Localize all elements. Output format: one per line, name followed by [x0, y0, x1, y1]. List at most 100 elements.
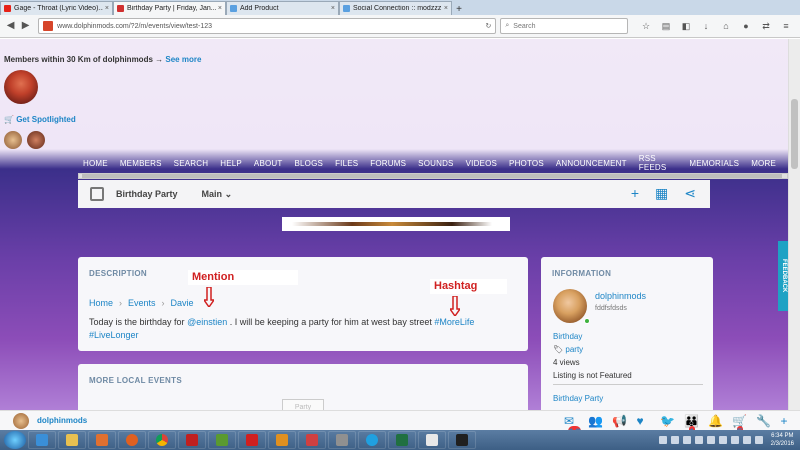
menu-item-memorials[interactable]: MEMORIALS: [689, 159, 739, 168]
browser-tab[interactable]: Add Product ×: [226, 1, 339, 15]
breadcrumb-events[interactable]: Events: [128, 298, 156, 308]
cart-icon[interactable]: 🛒5: [724, 413, 747, 440]
vertical-scrollbar[interactable]: [788, 39, 800, 410]
tray-icon[interactable]: [730, 436, 739, 444]
breadcrumb-home[interactable]: Home: [89, 298, 113, 308]
excel-icon[interactable]: [388, 431, 416, 449]
menu-item-help[interactable]: HELP: [220, 159, 242, 168]
mail-icon[interactable]: ✉16: [556, 413, 582, 440]
menu-item-announcement[interactable]: ANNOUNCEMENT: [556, 159, 627, 168]
tray-icon[interactable]: [658, 436, 667, 444]
network-icon[interactable]: [328, 431, 356, 449]
search-input[interactable]: ⌕ Search: [500, 18, 629, 34]
see-more-link[interactable]: See more: [165, 55, 201, 64]
share-icon[interactable]: ⋖: [684, 186, 696, 200]
menu-item-rss-feeds[interactable]: RSS FEEDS: [639, 154, 678, 172]
close-icon[interactable]: ×: [105, 5, 109, 12]
menu-item-search[interactable]: SEARCH: [174, 159, 209, 168]
close-icon[interactable]: ×: [218, 5, 222, 12]
avatar[interactable]: [13, 412, 29, 429]
new-tab-button[interactable]: +: [452, 4, 466, 15]
party-event-thumb[interactable]: Party: [282, 399, 324, 410]
clock[interactable]: 6:34 PM 2/3/2016: [771, 432, 794, 448]
tray-icon[interactable]: [706, 436, 715, 444]
acrobat-icon[interactable]: [238, 431, 266, 449]
main-dropdown[interactable]: Main ⌄: [202, 189, 233, 200]
calendar-icon[interactable]: ▦: [655, 186, 668, 200]
sync-icon[interactable]: ⇄: [759, 19, 773, 33]
filezilla-icon[interactable]: [178, 431, 206, 449]
heart-icon[interactable]: ♥: [628, 413, 644, 429]
megaphone-icon[interactable]: 📢: [604, 413, 627, 429]
horizontal-scrollbar[interactable]: [78, 173, 788, 179]
browser-tab[interactable]: Social Connection :: modzzz ×: [339, 1, 452, 15]
site-identity-icon[interactable]: [43, 21, 54, 31]
address-bar[interactable]: www.dolphinmods.com/?2/m/events/view/tes…: [38, 18, 497, 34]
get-spotlighted-link[interactable]: 🛒 Get Spotlighted: [4, 115, 76, 124]
pocket-icon[interactable]: ◧: [679, 19, 693, 33]
chat-icon[interactable]: ●: [739, 19, 753, 33]
firefox-icon[interactable]: [118, 431, 146, 449]
paint-icon[interactable]: [298, 431, 326, 449]
plus-icon[interactable]: +: [772, 413, 788, 429]
media-player-icon[interactable]: [88, 431, 116, 449]
breadcrumb-davie[interactable]: Davie: [171, 298, 194, 308]
menu-icon[interactable]: ≡: [779, 19, 793, 33]
hashtag-link[interactable]: #MoreLife: [434, 317, 474, 327]
notepad-icon[interactable]: [418, 431, 446, 449]
ie-icon[interactable]: [28, 431, 56, 449]
tray-icon[interactable]: [742, 436, 751, 444]
start-button[interactable]: [4, 431, 26, 449]
menu-item-home[interactable]: HOME: [83, 159, 108, 168]
add-icon[interactable]: +: [631, 186, 639, 200]
menu-item-photos[interactable]: PHOTOS: [509, 159, 544, 168]
username[interactable]: dolphinmods: [37, 416, 87, 425]
reload-icon[interactable]: ↻: [485, 22, 491, 30]
close-icon[interactable]: ×: [331, 5, 335, 12]
twitter-icon[interactable]: 🐦: [652, 413, 675, 429]
browser-tab[interactable]: Gage - Throat (Lyric Video)... ×: [0, 1, 113, 15]
forward-icon[interactable]: ▶: [19, 19, 32, 33]
menu-item-members[interactable]: MEMBERS: [120, 159, 162, 168]
tray-icon[interactable]: [682, 436, 691, 444]
menu-item-files[interactable]: FILES: [335, 159, 358, 168]
hashtag-link[interactable]: #LiveLonger: [89, 330, 139, 340]
chrome-icon[interactable]: [148, 431, 176, 449]
menu-item-sounds[interactable]: SOUNDS: [418, 159, 453, 168]
event-title[interactable]: Birthday Party: [116, 189, 178, 199]
tray-icon[interactable]: [718, 436, 727, 444]
bookmark-star-icon[interactable]: ☆: [639, 19, 653, 33]
tray-icon[interactable]: [670, 436, 679, 444]
terminal-icon[interactable]: [448, 431, 476, 449]
menu-item-videos[interactable]: VIDEOS: [466, 159, 497, 168]
spotlight-avatar[interactable]: [27, 131, 45, 149]
organizer-name[interactable]: dolphinmods: [595, 291, 646, 301]
spotlight-avatar[interactable]: [4, 131, 22, 149]
download-icon[interactable]: ↓: [699, 19, 713, 33]
bell-icon[interactable]: 🔔: [700, 413, 723, 429]
menu-item-about[interactable]: ABOUT: [254, 159, 283, 168]
folder-icon[interactable]: [58, 431, 86, 449]
reading-list-icon[interactable]: ▤: [659, 19, 673, 33]
browser-tab[interactable]: Birthday Party | Friday, Jan... ×: [113, 1, 226, 15]
close-icon[interactable]: ×: [444, 5, 448, 12]
tray-icon[interactable]: [694, 436, 703, 444]
avatar[interactable]: [553, 289, 587, 323]
category-link[interactable]: Birthday: [553, 332, 582, 341]
outlook-icon[interactable]: [268, 431, 296, 449]
volume-icon[interactable]: [754, 436, 763, 444]
menu-item-more[interactable]: MORE: [751, 159, 776, 168]
wrench-icon[interactable]: 🔧: [748, 413, 771, 429]
member-avatar[interactable]: [4, 70, 38, 104]
group-icon[interactable]: 👪1: [676, 413, 699, 440]
skype-icon[interactable]: [358, 431, 386, 449]
frog-app-icon[interactable]: [208, 431, 236, 449]
home-icon[interactable]: ⌂: [719, 19, 733, 33]
menu-item-blogs[interactable]: BLOGS: [294, 159, 323, 168]
tag-link[interactable]: 🏷 party: [553, 345, 583, 354]
friends-icon[interactable]: 👥: [580, 413, 603, 429]
mention-link[interactable]: @einstien: [187, 317, 227, 327]
back-icon[interactable]: ◀: [4, 19, 17, 33]
menu-item-forums[interactable]: FORUMS: [370, 159, 406, 168]
event-link[interactable]: Birthday Party: [553, 394, 603, 403]
